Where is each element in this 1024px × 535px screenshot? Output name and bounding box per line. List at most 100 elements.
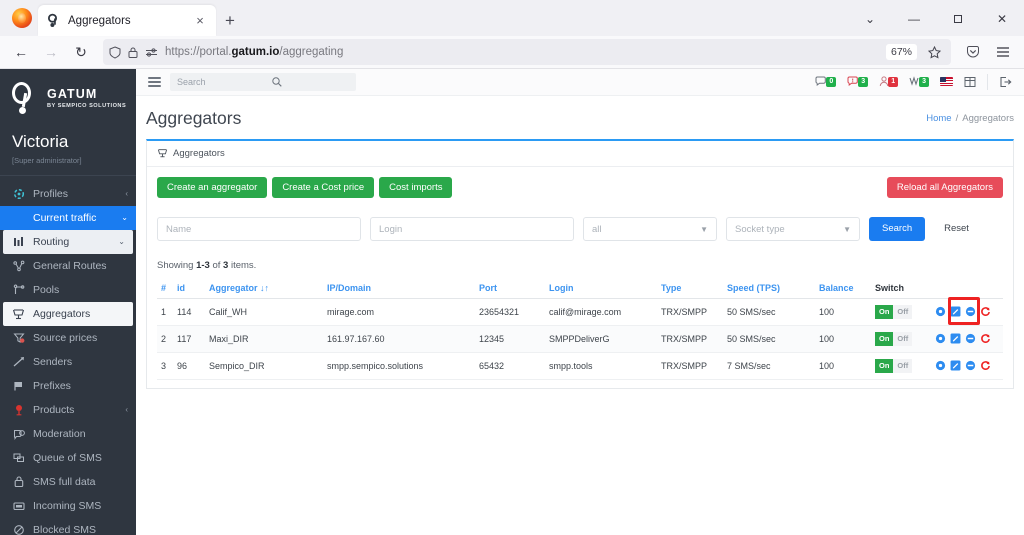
url-text[interactable]: https://portal.gatum.io/aggregating bbox=[165, 46, 879, 58]
search-icon[interactable] bbox=[272, 77, 349, 87]
table-row[interactable]: 3 96 Sempico_DIR smpp.sempico.solutions … bbox=[157, 352, 1003, 379]
switch-toggle[interactable]: On Off bbox=[875, 332, 912, 346]
socket-type-filter-select[interactable]: Socket type ▼ bbox=[726, 217, 860, 241]
table-row[interactable]: 1 114 Calif_WH mirage.com 23654321 calif… bbox=[157, 298, 1003, 325]
search-button[interactable]: Search bbox=[869, 217, 925, 241]
sidebar-item-moderation[interactable]: Moderation bbox=[0, 422, 136, 446]
reload-icon[interactable] bbox=[980, 333, 991, 344]
sidebar-item-products[interactable]: Products ‹ bbox=[0, 398, 136, 422]
routing-icon bbox=[12, 236, 25, 248]
sidebar-item-incoming-sms[interactable]: Incoming SMS bbox=[0, 494, 136, 518]
block-icon[interactable] bbox=[965, 360, 976, 371]
tab-close-icon[interactable]: × bbox=[192, 14, 208, 27]
sidebar-item-general-routes[interactable]: General Routes bbox=[0, 254, 136, 278]
indicator-users[interactable]: 1 bbox=[879, 76, 898, 87]
table-row[interactable]: 2 117 Maxi_DIR 161.97.167.60 12345 SMPPD… bbox=[157, 325, 1003, 352]
block-icon[interactable] bbox=[965, 306, 976, 317]
edit-icon[interactable] bbox=[950, 360, 961, 371]
user-role: [Super administrator] bbox=[0, 152, 136, 175]
reset-button[interactable]: Reset bbox=[934, 216, 979, 242]
column-header-login[interactable]: Login bbox=[545, 278, 657, 299]
indicator-sms[interactable]: 0 bbox=[815, 76, 836, 87]
minimize-icon[interactable]: — bbox=[892, 4, 936, 34]
switch-off-label[interactable]: Off bbox=[893, 359, 912, 373]
permissions-icon[interactable] bbox=[145, 47, 158, 58]
block-icon[interactable] bbox=[965, 333, 976, 344]
sidebar-toggle-hamburger-icon[interactable] bbox=[148, 77, 161, 86]
general-routes-icon bbox=[12, 260, 25, 272]
browser-tab[interactable]: Aggregators × bbox=[38, 5, 216, 36]
switch-on-label[interactable]: On bbox=[875, 332, 893, 346]
close-window-icon[interactable]: ✕ bbox=[980, 4, 1024, 34]
browser-tab-bar: Aggregators × + ⌄ — ✕ bbox=[0, 0, 1024, 36]
sidebar-item-current-traffic[interactable]: Current traffic ⌄ bbox=[0, 206, 136, 230]
create-cost-price-button[interactable]: Create a Cost price bbox=[272, 177, 374, 199]
sidebar-item-senders[interactable]: Senders bbox=[0, 350, 136, 374]
url-bar[interactable]: https://portal.gatum.io/aggregating 67% bbox=[103, 39, 951, 65]
breadcrumb-current: Aggregators bbox=[962, 113, 1014, 124]
view-icon[interactable] bbox=[935, 306, 946, 317]
switch-on-label[interactable]: On bbox=[875, 305, 893, 319]
sidebar-item-label: Pools bbox=[33, 284, 128, 296]
tab-list-chevron-down-icon[interactable]: ⌄ bbox=[848, 4, 892, 34]
sidebar-item-sms-full-data[interactable]: SMS full data bbox=[0, 470, 136, 494]
lock-icon[interactable] bbox=[128, 46, 138, 59]
reload-icon[interactable]: ↻ bbox=[67, 39, 95, 65]
breadcrumb-home-link[interactable]: Home bbox=[926, 113, 951, 124]
chevron-left-icon: ‹ bbox=[125, 189, 128, 198]
logout-button[interactable] bbox=[999, 76, 1012, 88]
column-header-balance[interactable]: Balance bbox=[815, 278, 871, 299]
switch-toggle[interactable]: On Off bbox=[875, 359, 912, 373]
blocked-sms-icon bbox=[12, 524, 25, 535]
cost-imports-button[interactable]: Cost imports bbox=[379, 177, 452, 199]
sidebar-item-queue-of-sms[interactable]: Queue of SMS bbox=[0, 446, 136, 470]
column-header-id[interactable]: id bbox=[173, 278, 205, 299]
sidebar-item-routing[interactable]: Routing ⌄ bbox=[3, 230, 133, 254]
edit-icon[interactable] bbox=[950, 306, 961, 317]
aggregators-panel: Aggregators Create an aggregator Create … bbox=[146, 139, 1014, 389]
indicator-broadcast[interactable]: 3 bbox=[909, 76, 929, 87]
grid-apps-button[interactable] bbox=[964, 76, 976, 88]
login-filter-input[interactable]: Login bbox=[370, 217, 574, 241]
reload-icon[interactable] bbox=[980, 306, 991, 317]
column-header-ip-domain[interactable]: IP/Domain bbox=[323, 278, 475, 299]
name-filter-input[interactable]: Name bbox=[157, 217, 361, 241]
indicator-alerts[interactable]: 3 bbox=[847, 76, 868, 87]
sidebar-item-source-prices[interactable]: Source prices bbox=[0, 326, 136, 350]
sidebar-item-aggregators[interactable]: Aggregators bbox=[3, 302, 133, 326]
edit-icon[interactable] bbox=[950, 333, 961, 344]
sidebar-item-pools[interactable]: Pools bbox=[0, 278, 136, 302]
reload-all-aggregators-button[interactable]: Reload all Aggregators bbox=[887, 177, 1003, 199]
column-header-speed[interactable]: Speed (TPS) bbox=[723, 278, 815, 299]
aggregators-icon bbox=[12, 308, 25, 320]
column-header-type[interactable]: Type bbox=[657, 278, 723, 299]
column-header-port[interactable]: Port bbox=[475, 278, 545, 299]
switch-off-label[interactable]: Off bbox=[893, 305, 912, 319]
status-filter-select[interactable]: all ▼ bbox=[583, 217, 717, 241]
switch-toggle[interactable]: On Off bbox=[875, 305, 912, 319]
switch-on-label[interactable]: On bbox=[875, 359, 893, 373]
language-selector[interactable] bbox=[940, 77, 953, 86]
sidebar-item-blocked-sms[interactable]: Blocked SMS bbox=[0, 518, 136, 535]
star-icon[interactable] bbox=[924, 46, 945, 59]
zoom-level-indicator[interactable]: 67% bbox=[886, 44, 917, 60]
column-header-aggregator[interactable]: Aggregator ↓↑ bbox=[205, 278, 323, 299]
create-aggregator-button[interactable]: Create an aggregator bbox=[157, 177, 267, 199]
hamburger-menu-icon[interactable] bbox=[989, 39, 1017, 65]
pocket-icon[interactable] bbox=[959, 39, 987, 65]
back-icon[interactable]: ← bbox=[7, 39, 35, 65]
cell-login: smpp.tools bbox=[545, 352, 657, 379]
sidebar-item-prefixes[interactable]: Prefixes bbox=[0, 374, 136, 398]
view-icon[interactable] bbox=[935, 333, 946, 344]
reload-icon[interactable] bbox=[980, 360, 991, 371]
top-search-input[interactable]: Search bbox=[170, 73, 356, 91]
row-action-icons bbox=[935, 333, 999, 344]
shield-icon[interactable] bbox=[109, 46, 121, 59]
new-tab-button[interactable]: + bbox=[216, 5, 244, 36]
view-icon[interactable] bbox=[935, 360, 946, 371]
column-header-num[interactable]: # bbox=[157, 278, 173, 299]
maximize-icon[interactable] bbox=[936, 4, 980, 34]
sidebar-item-profiles[interactable]: Profiles ‹ bbox=[0, 182, 136, 206]
sort-arrows-icon[interactable]: ↓↑ bbox=[260, 283, 269, 293]
switch-off-label[interactable]: Off bbox=[893, 332, 912, 346]
